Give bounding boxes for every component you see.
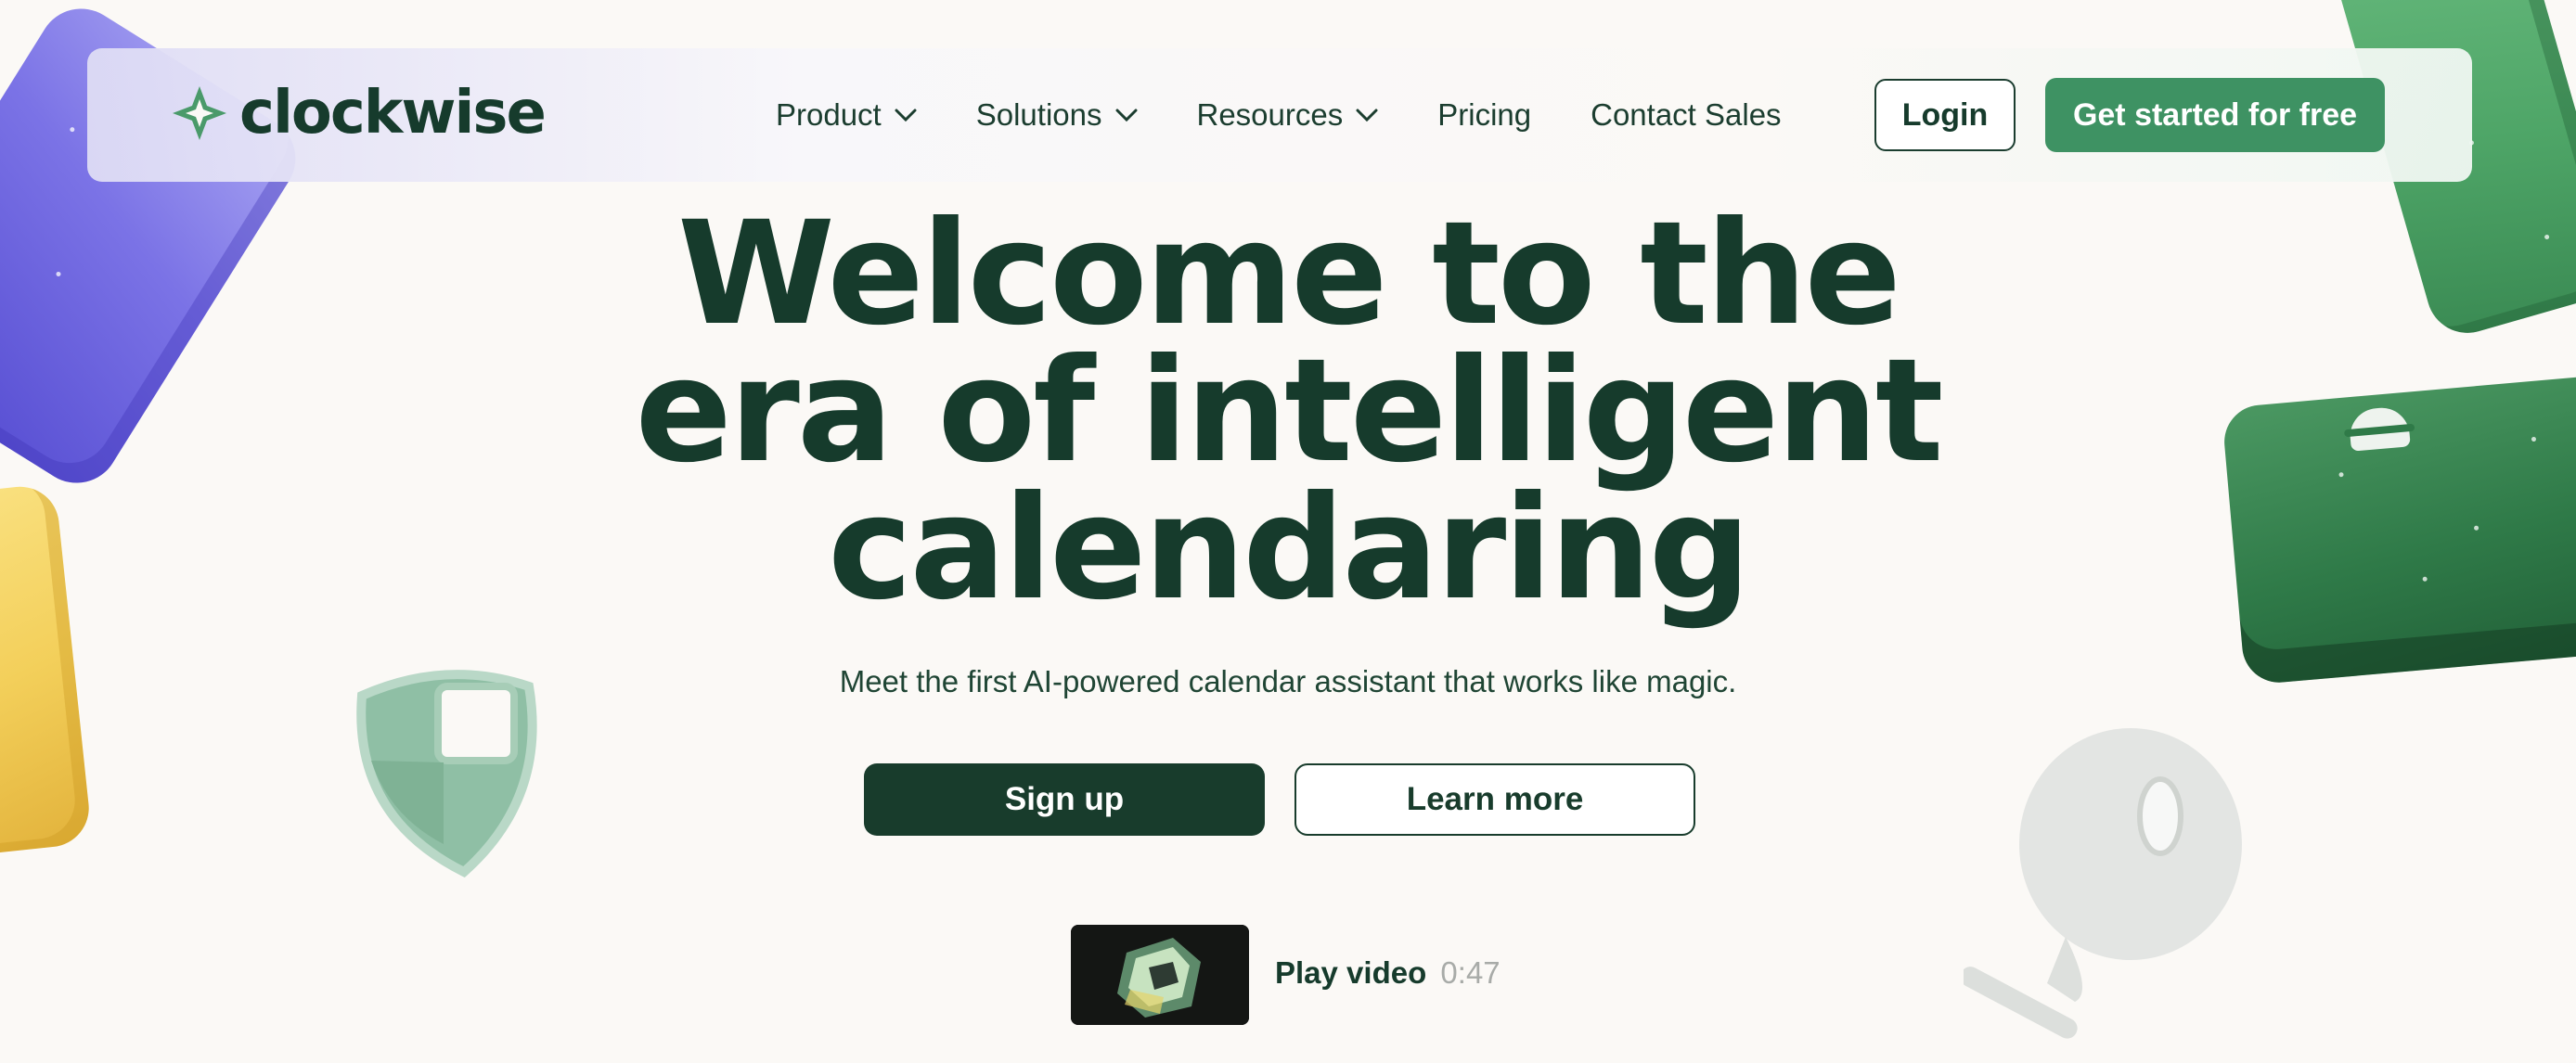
nav-item-label: Solutions xyxy=(975,97,1102,132)
hero-subtitle: Meet the first AI-powered calendar assis… xyxy=(839,664,1737,698)
chevron-down-icon xyxy=(1356,109,1378,122)
hero-title: Welcome to the era of intelligent calend… xyxy=(360,203,2216,621)
sign-up-button[interactable]: Sign up xyxy=(864,763,1265,836)
play-video-link[interactable]: Play video 0:47 xyxy=(1275,955,1501,991)
login-button[interactable]: Login xyxy=(1874,79,2016,151)
get-started-button[interactable]: Get started for free xyxy=(2045,78,2385,152)
play-video-label: Play video xyxy=(1275,955,1427,990)
video-preview-icon xyxy=(1071,925,1249,1025)
video-duration: 0:47 xyxy=(1440,955,1501,990)
site-header: clockwise Product Solutions Resources Pr… xyxy=(87,48,2472,182)
lightbulb-icon xyxy=(1964,728,2242,1039)
yellow-block-decoration xyxy=(0,482,93,863)
nav-item-product[interactable]: Product xyxy=(776,97,917,133)
main-nav: Product Solutions Resources Pricing Cont… xyxy=(776,48,1841,182)
chevron-down-icon xyxy=(895,109,917,122)
hero-title-line: calendaring xyxy=(828,466,1751,632)
clockwise-star-icon xyxy=(173,86,226,140)
nav-item-solutions[interactable]: Solutions xyxy=(976,97,1138,133)
brand-name: clockwise xyxy=(239,79,547,147)
nav-item-resources[interactable]: Resources xyxy=(1197,97,1379,133)
nav-item-pricing[interactable]: Pricing xyxy=(1437,97,1531,133)
nav-item-label: Product xyxy=(776,97,882,132)
nav-item-label: Resources xyxy=(1196,97,1344,132)
brand-logo[interactable]: clockwise xyxy=(171,79,547,147)
learn-more-button[interactable]: Learn more xyxy=(1294,763,1695,836)
video-thumbnail[interactable] xyxy=(1071,925,1249,1025)
nav-item-label: Contact Sales xyxy=(1591,97,1782,132)
nav-item-label: Pricing xyxy=(1437,97,1532,132)
nav-item-contact-sales[interactable]: Contact Sales xyxy=(1591,97,1781,133)
chevron-down-icon xyxy=(1115,109,1137,122)
